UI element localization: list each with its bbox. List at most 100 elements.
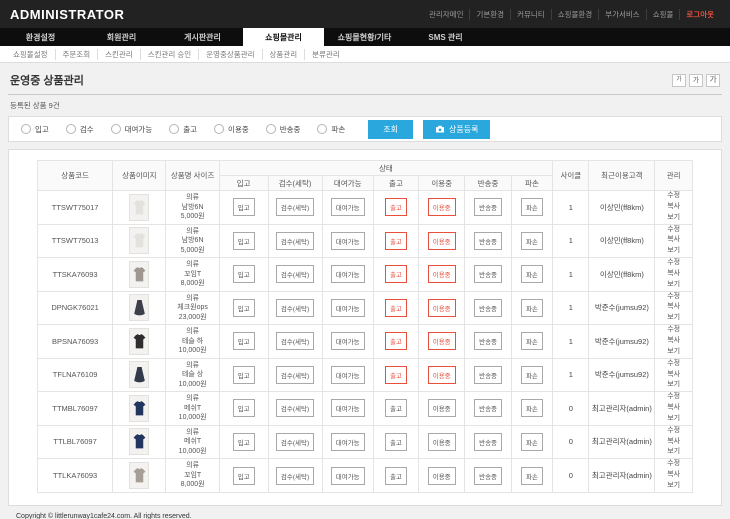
manage-link[interactable]: 보기	[655, 246, 692, 257]
status-button[interactable]: 이용중	[428, 232, 456, 250]
manage-link[interactable]: 복사	[655, 403, 692, 414]
status-button[interactable]: 파손	[521, 198, 543, 216]
product-thumbnail[interactable]	[129, 428, 149, 455]
subnav-item[interactable]: 스킨관리	[98, 49, 141, 60]
status-button[interactable]: 입고	[233, 332, 255, 350]
status-button[interactable]: 이용중	[428, 366, 456, 384]
product-thumbnail[interactable]	[129, 194, 149, 221]
status-button[interactable]: 출고	[385, 198, 407, 216]
product-register-button[interactable]: 상품등록	[423, 120, 490, 139]
status-button[interactable]: 반송중	[474, 332, 502, 350]
status-button[interactable]: 입고	[233, 366, 255, 384]
manage-link[interactable]: 복사	[655, 302, 692, 313]
main-tab[interactable]: 게시판관리	[162, 28, 243, 46]
status-button[interactable]: 반송중	[474, 299, 502, 317]
header-link[interactable]: 쇼핑몰	[647, 9, 681, 20]
manage-link[interactable]: 보기	[655, 380, 692, 391]
subnav-item[interactable]: 운영중상품관리	[199, 49, 262, 60]
radio-input[interactable]	[214, 124, 224, 134]
manage-link[interactable]: 복사	[655, 202, 692, 213]
header-link[interactable]: 관리자메인	[423, 9, 471, 20]
header-link[interactable]: 부가서비스	[599, 9, 647, 20]
manage-link[interactable]: 복사	[655, 470, 692, 481]
status-button[interactable]: 입고	[233, 467, 255, 485]
manage-link[interactable]: 복사	[655, 269, 692, 280]
status-button[interactable]: 파손	[521, 265, 543, 283]
manage-link[interactable]: 수정	[655, 258, 692, 269]
status-button[interactable]: 파손	[521, 299, 543, 317]
status-button[interactable]: 반송중	[474, 366, 502, 384]
manage-link[interactable]: 보기	[655, 447, 692, 458]
manage-link[interactable]: 수정	[655, 325, 692, 336]
header-link[interactable]: 커뮤니티	[511, 9, 552, 20]
status-button[interactable]: 검수(세탁)	[276, 332, 314, 350]
status-button[interactable]: 대여가능	[331, 299, 365, 317]
manage-link[interactable]: 복사	[655, 235, 692, 246]
subnav-item[interactable]: 주문조회	[56, 49, 99, 60]
status-button[interactable]: 검수(세탁)	[276, 399, 314, 417]
status-button[interactable]: 이용중	[428, 332, 456, 350]
main-tab[interactable]: 쇼핑몰현황/기타	[324, 28, 405, 46]
status-button[interactable]: 대여가능	[331, 399, 365, 417]
header-link[interactable]: 쇼핑몰환경	[552, 9, 600, 20]
status-button[interactable]: 반송중	[474, 467, 502, 485]
logout-link[interactable]: 로그아웃	[680, 9, 720, 20]
radio-input[interactable]	[111, 124, 121, 134]
status-button[interactable]: 입고	[233, 232, 255, 250]
filter-radio[interactable]: 파손	[317, 124, 345, 135]
status-button[interactable]: 대여가능	[331, 265, 365, 283]
main-tab[interactable]: SMS 관리	[405, 28, 486, 46]
product-thumbnail[interactable]	[129, 227, 149, 254]
manage-link[interactable]: 복사	[655, 336, 692, 347]
filter-radio[interactable]: 출고	[169, 124, 197, 135]
manage-link[interactable]: 복사	[655, 437, 692, 448]
status-button[interactable]: 검수(세탁)	[276, 265, 314, 283]
status-button[interactable]: 출고	[385, 399, 407, 417]
subnav-item[interactable]: 상품관리	[263, 49, 306, 60]
status-button[interactable]: 이용중	[428, 399, 456, 417]
search-button[interactable]: 조회	[368, 120, 413, 139]
status-button[interactable]: 이용중	[428, 433, 456, 451]
subnav-item[interactable]: 쇼핑몰설정	[6, 49, 56, 60]
status-button[interactable]: 이용중	[428, 299, 456, 317]
subnav-item[interactable]: 스킨관리 승인	[141, 49, 199, 60]
status-button[interactable]: 파손	[521, 332, 543, 350]
filter-radio[interactable]: 대여가능	[111, 124, 153, 135]
status-button[interactable]: 반송중	[474, 232, 502, 250]
status-button[interactable]: 입고	[233, 399, 255, 417]
status-button[interactable]: 이용중	[428, 265, 456, 283]
main-tab[interactable]: 쇼핑몰관리	[243, 28, 324, 46]
status-button[interactable]: 반송중	[474, 265, 502, 283]
radio-input[interactable]	[21, 124, 31, 134]
status-button[interactable]: 파손	[521, 232, 543, 250]
status-button[interactable]: 반송중	[474, 198, 502, 216]
main-tab[interactable]: 회원관리	[81, 28, 162, 46]
status-button[interactable]: 파손	[521, 399, 543, 417]
font-size-button[interactable]: 가	[706, 74, 720, 87]
status-button[interactable]: 출고	[385, 467, 407, 485]
radio-input[interactable]	[66, 124, 76, 134]
product-thumbnail[interactable]	[129, 261, 149, 288]
status-button[interactable]: 이용중	[428, 467, 456, 485]
manage-link[interactable]: 복사	[655, 370, 692, 381]
status-button[interactable]: 출고	[385, 265, 407, 283]
status-button[interactable]: 반송중	[474, 433, 502, 451]
header-link[interactable]: 기본환경	[470, 9, 511, 20]
manage-link[interactable]: 보기	[655, 280, 692, 291]
status-button[interactable]: 반송중	[474, 399, 502, 417]
filter-radio[interactable]: 이용중	[214, 124, 249, 135]
status-button[interactable]: 입고	[233, 265, 255, 283]
manage-link[interactable]: 수정	[655, 191, 692, 202]
radio-input[interactable]	[317, 124, 327, 134]
manage-link[interactable]: 보기	[655, 213, 692, 224]
radio-input[interactable]	[266, 124, 276, 134]
font-size-button[interactable]: 가	[672, 74, 686, 87]
product-thumbnail[interactable]	[129, 328, 149, 355]
status-button[interactable]: 대여가능	[331, 332, 365, 350]
status-button[interactable]: 출고	[385, 433, 407, 451]
status-button[interactable]: 대여가능	[331, 467, 365, 485]
manage-link[interactable]: 수정	[655, 459, 692, 470]
manage-link[interactable]: 보기	[655, 313, 692, 324]
manage-link[interactable]: 보기	[655, 414, 692, 425]
status-button[interactable]: 대여가능	[331, 232, 365, 250]
